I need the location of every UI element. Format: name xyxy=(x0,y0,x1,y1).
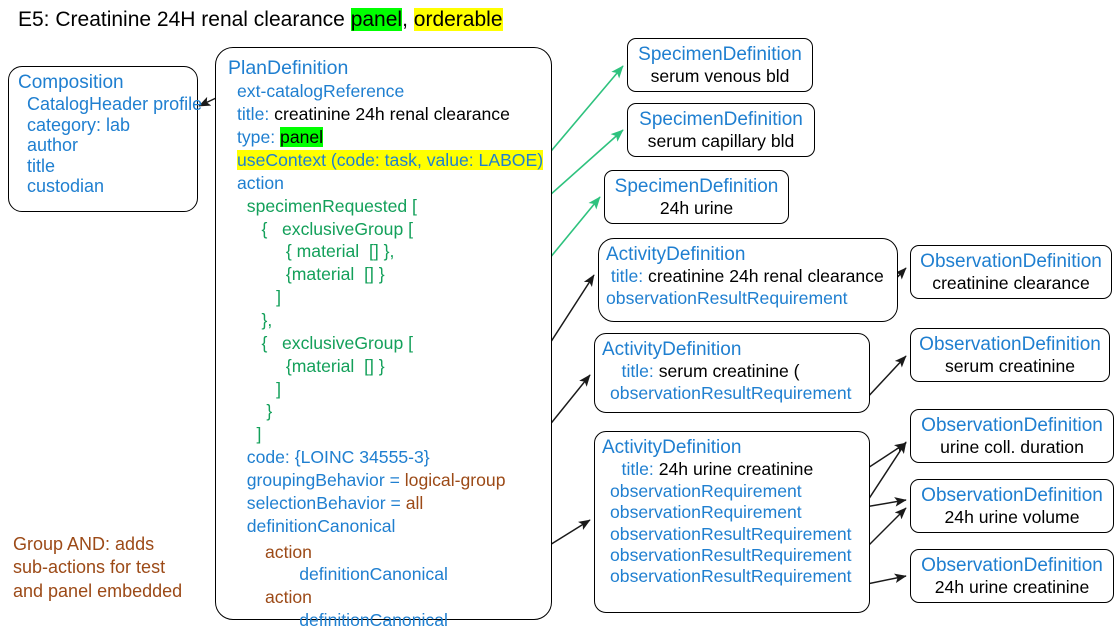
observationdefinition-box-24h-urine-creatinine[interactable]: ObservationDefinition 24h urine creatini… xyxy=(910,549,1114,603)
activitydefinition-3-title-key: title: xyxy=(602,459,654,480)
composition-header: Composition xyxy=(18,72,124,93)
activitydefinition-3-observationresultrequirement-2: observationResultRequirement xyxy=(610,544,852,565)
observationdefinition-5-label: 24h urine creatinine xyxy=(934,577,1090,598)
activitydefinition-box-serum-creatinine[interactable]: ActivityDefinition title: serum creatini… xyxy=(594,333,870,413)
observationdefinition-4-header: ObservationDefinition xyxy=(921,485,1103,506)
observationdefinition-box-creatinine-clearance[interactable]: ObservationDefinition creatinine clearan… xyxy=(910,245,1112,299)
plandefinition-material-1: { material [] }, xyxy=(237,241,395,262)
page-title-prefix: E5: Creatinine 24H renal clearance xyxy=(18,8,351,31)
plandefinition-usecontext-row: useContext (code: task, value: LABOE) xyxy=(228,149,551,172)
plandefinition-specimenrequested: specimenRequested [ xyxy=(237,195,417,216)
specimendefinition-1-label: serum venous bld xyxy=(650,66,790,87)
activitydefinition-2-title-row: title: serum creatinine ( xyxy=(602,361,869,382)
plandefinition-group-1-close: }, xyxy=(237,309,273,330)
composition-item-catalogheader-profile: CatalogHeader profile xyxy=(27,94,203,114)
activitydefinition-3-observationrequirement-2: observationRequirement xyxy=(610,502,802,523)
specimendefinition-box-serum-capillary-bld[interactable]: SpecimenDefinition serum capillary bld xyxy=(627,103,815,157)
observationdefinition-3-header: ObservationDefinition xyxy=(921,415,1103,436)
plandefinition-type-key: type: xyxy=(237,127,276,148)
activitydefinition-3-observationresultrequirement-3: observationResultRequirement xyxy=(610,566,852,587)
activitydefinition-2-observationresultrequirement: observationResultRequirement xyxy=(610,382,852,403)
specimendefinition-3-header: SpecimenDefinition xyxy=(614,176,779,197)
plandefinition-title-row: title: creatinine 24h renal clearance xyxy=(228,103,551,126)
plandefinition-action: action xyxy=(237,172,284,193)
composition-item-title: title xyxy=(27,155,56,176)
plandefinition-material-2: {material [] } xyxy=(237,264,385,285)
activitydefinition-1-title-value: creatinine 24h renal clearance xyxy=(643,266,884,287)
observationdefinition-3-label: urine coll. duration xyxy=(940,437,1084,458)
plandefinition-material-3: {material [] } xyxy=(237,355,385,376)
plandefinition-sub-action-1: action xyxy=(265,541,312,562)
activitydefinition-2-title-value: serum creatinine ( xyxy=(653,361,800,382)
plandefinition-groupingbehavior-value: logical-group xyxy=(404,469,506,490)
plandefinition-definitioncanonical: definitionCanonical xyxy=(237,515,396,536)
plandefinition-specimenrequested-close: ] xyxy=(237,424,262,445)
group-and-annotation: Group AND: adds sub-actions for test and… xyxy=(13,533,209,603)
plandefinition-usecontext: useContext (code: task, value: LABOE) xyxy=(237,149,544,170)
plandefinition-sub-definitioncanonical-2: definitionCanonical xyxy=(265,610,448,627)
plandefinition-groupingbehavior-row: groupingBehavior = logical-group xyxy=(228,469,551,492)
composition-box[interactable]: Composition CatalogHeader profile catego… xyxy=(8,66,203,212)
observationdefinition-1-header: ObservationDefinition xyxy=(920,251,1102,272)
page-title-highlight-orderable: orderable xyxy=(413,8,503,31)
arrow-activity2-to-obs2 xyxy=(864,355,907,401)
specimendefinition-2-header: SpecimenDefinition xyxy=(639,109,803,130)
specimendefinition-1-header: SpecimenDefinition xyxy=(638,44,802,65)
plandefinition-ext-catalogreference: ext-catalogReference xyxy=(237,81,405,102)
observationdefinition-box-24h-urine-volume[interactable]: ObservationDefinition 24h urine volume xyxy=(910,479,1114,533)
plandefinition-sub-action-2: action xyxy=(265,587,312,608)
activitydefinition-box-24h-urine-creatinine[interactable]: ActivityDefinition title: 24h urine crea… xyxy=(594,431,870,613)
plandefinition-title-key: title: xyxy=(237,104,270,125)
activitydefinition-3-header: ActivityDefinition xyxy=(602,437,742,458)
plandefinition-exclusivegroup-1-close: ] xyxy=(237,287,281,308)
composition-item-custodian: custodian xyxy=(27,176,105,196)
observationdefinition-1-label: creatinine clearance xyxy=(932,273,1090,294)
plandefinition-type-value: panel xyxy=(280,127,324,148)
group-and-line-1: Group AND: adds xyxy=(13,534,155,554)
specimendefinition-2-label: serum capillary bld xyxy=(647,131,795,152)
plandefinition-group-2-close: } xyxy=(237,401,273,422)
specimendefinition-box-24h-urine[interactable]: SpecimenDefinition 24h urine xyxy=(604,170,789,224)
plandefinition-selectionbehavior-key: selectionBehavior = xyxy=(237,492,406,513)
observationdefinition-box-serum-creatinine[interactable]: ObservationDefinition serum creatinine xyxy=(910,328,1110,382)
plandefinition-code: code: {LOINC 34555-3} xyxy=(237,447,430,468)
activitydefinition-1-observationresultrequirement: observationResultRequirement xyxy=(606,287,848,308)
specimendefinition-box-serum-venous-bld[interactable]: SpecimenDefinition serum venous bld xyxy=(627,38,813,92)
plandefinition-title-value: creatinine 24h renal clearance xyxy=(269,104,510,125)
observationdefinition-2-header: ObservationDefinition xyxy=(919,334,1101,355)
activitydefinition-2-header: ActivityDefinition xyxy=(602,339,742,360)
plandefinition-exclusivegroup-2-open: { exclusiveGroup [ xyxy=(237,332,414,353)
observationdefinition-4-label: 24h urine volume xyxy=(944,507,1080,528)
activitydefinition-3-observationrequirement-1: observationRequirement xyxy=(610,480,802,501)
page-title-highlight-panel: panel xyxy=(350,8,403,31)
activitydefinition-1-title-key: title: xyxy=(606,266,644,287)
activitydefinition-3-observationresultrequirement-1: observationResultRequirement xyxy=(610,523,852,544)
activitydefinition-1-title-row: title: creatinine 24h renal clearance xyxy=(606,266,897,287)
plandefinition-box[interactable]: PlanDefinition ext-catalogReference titl… xyxy=(215,47,552,627)
composition-item-author: author xyxy=(27,135,79,155)
plandefinition-selectionbehavior-row: selectionBehavior = all xyxy=(228,492,551,515)
plandefinition-header: PlanDefinition xyxy=(228,57,349,79)
activitydefinition-3-title-value: 24h urine creatinine xyxy=(653,459,814,480)
activitydefinition-3-title-row: title: 24h urine creatinine xyxy=(602,459,869,480)
page-title: E5: Creatinine 24H renal clearance panel… xyxy=(18,8,503,32)
composition-item-category: category: lab xyxy=(27,114,131,135)
group-and-line-2: sub-actions for test xyxy=(13,557,166,578)
activitydefinition-box-creatinine-24h-renal-clearance[interactable]: ActivityDefinition title: creatinine 24h… xyxy=(598,238,898,322)
activitydefinition-1-header: ActivityDefinition xyxy=(606,244,746,265)
plandefinition-type-row: type: panel xyxy=(228,126,551,149)
plandefinition-sub-definitioncanonical-1: definitionCanonical xyxy=(265,564,448,585)
observationdefinition-5-header: ObservationDefinition xyxy=(921,555,1103,576)
plandefinition-exclusivegroup-1-open: { exclusiveGroup [ xyxy=(237,218,414,239)
observationdefinition-box-urine-coll-duration[interactable]: ObservationDefinition urine coll. durati… xyxy=(910,409,1114,463)
activitydefinition-2-title-key: title: xyxy=(602,361,654,382)
page-title-separator: , xyxy=(402,8,414,31)
observationdefinition-2-label: serum creatinine xyxy=(944,356,1076,377)
plandefinition-selectionbehavior-value: all xyxy=(405,492,424,513)
group-and-line-3: and panel embedded xyxy=(13,580,183,601)
plandefinition-groupingbehavior-key: groupingBehavior = xyxy=(237,469,405,490)
plandefinition-exclusivegroup-2-close: ] xyxy=(237,378,281,399)
diagram-canvas: E5: Creatinine 24H renal clearance panel… xyxy=(0,0,1120,627)
specimendefinition-3-label: 24h urine xyxy=(659,198,734,219)
